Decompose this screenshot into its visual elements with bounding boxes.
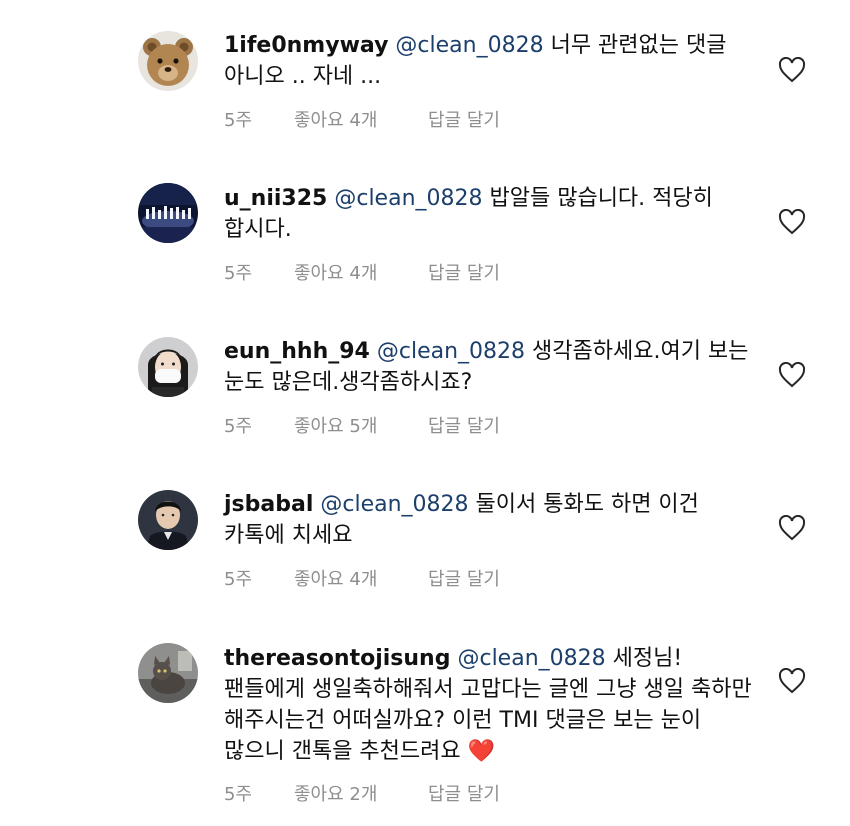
mention-link[interactable]: @clean_0828 (377, 339, 525, 364)
comment-body: 1ife0nmyway @clean_0828 너무 관련없는 댓글 아니오 ..… (224, 30, 764, 92)
cat-photo-avatar-icon (138, 643, 198, 703)
avatar[interactable] (138, 337, 198, 397)
timestamp[interactable]: 5주 (224, 259, 294, 285)
likes-count[interactable]: 좋아요 4개 (294, 106, 428, 132)
username[interactable]: 1ife0nmyway (224, 33, 388, 58)
like-heart-icon[interactable] (778, 362, 806, 388)
masked-person-avatar-icon (138, 337, 198, 397)
reply-button[interactable]: 답글 달기 (428, 412, 500, 438)
timestamp[interactable]: 5주 (224, 780, 294, 806)
avatar[interactable] (138, 183, 198, 243)
username[interactable]: jsbabal (224, 492, 313, 517)
avatar[interactable] (138, 490, 198, 550)
reply-button[interactable]: 답글 달기 (428, 259, 500, 285)
likes-count[interactable]: 좋아요 4개 (294, 259, 428, 285)
comment-meta: 5주 좋아요 2개 답글 달기 (224, 780, 500, 806)
timestamp[interactable]: 5주 (224, 412, 294, 438)
timestamp[interactable]: 5주 (224, 565, 294, 591)
like-heart-icon[interactable] (778, 209, 806, 235)
man-portrait-avatar-icon (138, 490, 198, 550)
mention-link[interactable]: @clean_0828 (457, 646, 605, 671)
comment-body: thereasontojisung @clean_0828 세정님! 팬들에게 생… (224, 643, 764, 767)
reply-button[interactable]: 답글 달기 (428, 565, 500, 591)
comment-body: eun_hhh_94 @clean_0828 생각좀하세요.여기 보는 눈도 많은… (224, 336, 764, 398)
avatar[interactable] (138, 31, 198, 91)
mention-link[interactable]: @clean_0828 (334, 186, 482, 211)
reply-button[interactable]: 답글 달기 (428, 780, 500, 806)
like-heart-icon[interactable] (778, 57, 806, 83)
comment-meta: 5주 좋아요 5개 답글 달기 (224, 412, 500, 438)
username[interactable]: eun_hhh_94 (224, 339, 370, 364)
comment-body: jsbabal @clean_0828 둘이서 통화도 하면 이건 카톡에 치세요 (224, 489, 764, 551)
likes-count[interactable]: 좋아요 4개 (294, 565, 428, 591)
mention-link[interactable]: @clean_0828 (320, 492, 468, 517)
likes-count[interactable]: 좋아요 5개 (294, 412, 428, 438)
reply-button[interactable]: 답글 달기 (428, 106, 500, 132)
like-heart-icon[interactable] (778, 515, 806, 541)
timestamp[interactable]: 5주 (224, 106, 294, 132)
comment-body: u_nii325 @clean_0828 밥알들 많습니다. 적당히 합시다. (224, 183, 764, 245)
username[interactable]: thereasontojisung (224, 646, 450, 671)
mention-link[interactable]: @clean_0828 (395, 33, 543, 58)
comment-meta: 5주 좋아요 4개 답글 달기 (224, 565, 500, 591)
concert-stage-avatar-icon (138, 183, 198, 243)
avatar[interactable] (138, 643, 198, 703)
teddy-bear-avatar-icon (138, 31, 198, 91)
comment-meta: 5주 좋아요 4개 답글 달기 (224, 259, 500, 285)
username[interactable]: u_nii325 (224, 186, 327, 211)
like-heart-icon[interactable] (778, 668, 806, 694)
red-heart-emoji-icon: ❤️ (467, 739, 496, 764)
likes-count[interactable]: 좋아요 2개 (294, 780, 428, 806)
comment-meta: 5주 좋아요 4개 답글 달기 (224, 106, 500, 132)
